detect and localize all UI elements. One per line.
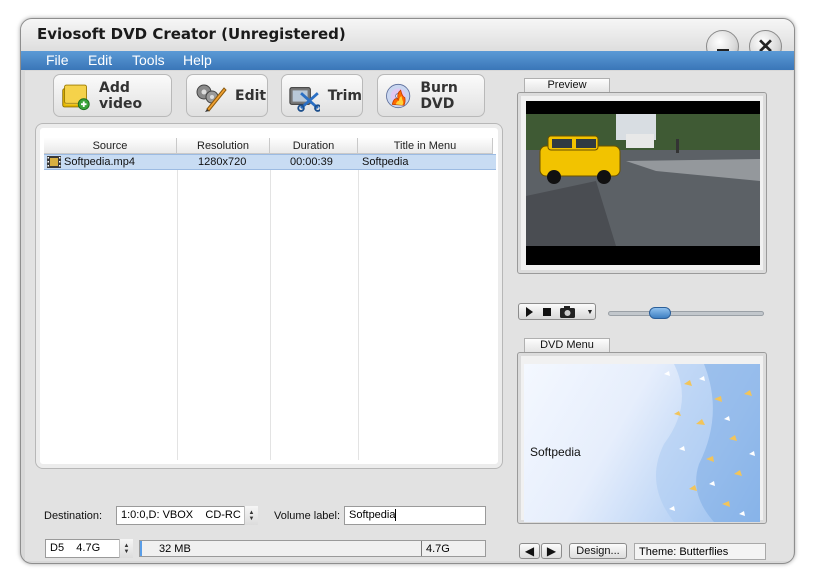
destination-label: Destination: [44,510,103,522]
theme-label: Theme: Butterflies [639,546,729,558]
playback-controls: ▼ [518,303,596,320]
capacity-value: 4.7G [426,543,450,555]
burn-dvd-button[interactable]: Burn DVD [377,74,485,117]
dvd-menu-title[interactable]: Softpedia [530,445,581,459]
column-divider [270,154,271,460]
disc-usage-fill [140,541,142,556]
edit-button[interactable]: Edit [186,74,268,117]
arrow-right-icon: ▶ [546,544,557,558]
dvd-menu-preview: Softpedia [524,364,760,522]
column-header-source[interactable]: Source [44,138,177,154]
app-window: Eviosoft DVD Creator (Unregistered) ✕ Fi… [20,18,795,564]
capacity-marker [421,541,422,556]
preview-frame [517,92,767,274]
dvd-menu-frame: Softpedia [517,352,767,524]
menu-bar: File Edit Tools Help [21,51,794,70]
cell-title-in-menu: Softpedia [362,156,409,168]
add-video-button[interactable]: Add video [53,74,172,117]
column-header-duration[interactable]: Duration [270,138,358,154]
column-header-title-in-menu[interactable]: Title in Menu [358,138,493,154]
trim-icon [289,86,320,112]
add-video-icon [62,84,90,110]
destination-value: 1:0:0,D: VBOX CD-RC [121,509,241,521]
preview-tab: Preview [524,78,610,92]
destination-spinner[interactable]: ▲ ▼ [244,506,258,525]
destination-select[interactable]: 1:0:0,D: VBOX CD-RC [116,506,258,525]
burn-dvd-icon [386,83,411,108]
next-theme-button[interactable]: ▶ [541,543,562,559]
previous-theme-button[interactable]: ◀ [519,543,540,559]
left-panel: Add video Edit Trim Burn DVD Source Reso… [25,71,503,561]
right-panel: Preview ▼ DVD Menu Softpedia ◀ ▶ Design.… [503,71,793,561]
add-video-label: Add video [99,79,143,112]
play-icon [526,307,533,317]
seek-bar[interactable] [608,307,764,319]
cell-resolution: 1280x720 [198,156,247,168]
trim-button[interactable]: Trim [281,74,363,117]
snapshot-dropdown[interactable]: ▼ [585,306,595,318]
window-title: Eviosoft DVD Creator (Unregistered) [37,25,346,43]
chevron-down-icon: ▼ [586,308,594,316]
play-button[interactable] [522,306,536,318]
theme-field: Theme: Butterflies [634,543,766,560]
dvd-menu-tab: DVD Menu [524,338,610,352]
volume-label-value: Softpedia [349,509,396,521]
menu-file[interactable]: File [46,52,69,68]
chevron-down-icon: ▼ [248,515,255,522]
chevron-down-icon: ▼ [123,548,130,555]
trim-label: Trim [327,87,362,104]
menu-help[interactable]: Help [183,52,212,68]
text-caret [395,509,397,522]
file-list-frame: Source Resolution Duration Title in Menu [35,123,503,469]
design-button[interactable]: Design... [569,543,627,559]
disc-type-value: D5 4.7G [50,542,101,554]
disc-type-spinner[interactable]: ▲ ▼ [119,539,133,558]
burn-dvd-label: Burn DVD [420,79,458,112]
used-size: 32 MB [159,543,191,555]
column-divider [177,154,178,460]
title-bar: Eviosoft DVD Creator (Unregistered) ✕ [21,19,794,63]
stop-icon [543,308,551,316]
arrow-left-icon: ◀ [524,544,535,558]
butterflies-background [656,364,760,522]
cell-source: Softpedia.mp4 [64,156,135,168]
cell-duration: 00:00:39 [290,156,333,168]
menu-edit[interactable]: Edit [88,52,112,68]
disc-usage-bar: 32 MB 4.7G [139,540,486,557]
seek-thumb[interactable] [649,307,671,319]
video-file-icon [47,156,61,168]
file-list[interactable]: Source Resolution Duration Title in Menu [44,132,496,460]
edit-label: Edit [235,87,267,104]
camera-icon [560,306,575,318]
column-divider [358,154,359,460]
video-preview [526,101,760,265]
table-row[interactable]: Softpedia.mp4 1280x720 00:00:39 Softpedi… [44,154,496,170]
menu-tools[interactable]: Tools [132,52,165,68]
stop-button[interactable] [540,306,554,318]
snapshot-button[interactable] [559,305,583,319]
volume-label: Volume label: [274,510,341,522]
volume-label-input[interactable]: Softpedia [344,506,486,525]
column-header-resolution[interactable]: Resolution [177,138,270,154]
edit-icon [196,84,227,112]
